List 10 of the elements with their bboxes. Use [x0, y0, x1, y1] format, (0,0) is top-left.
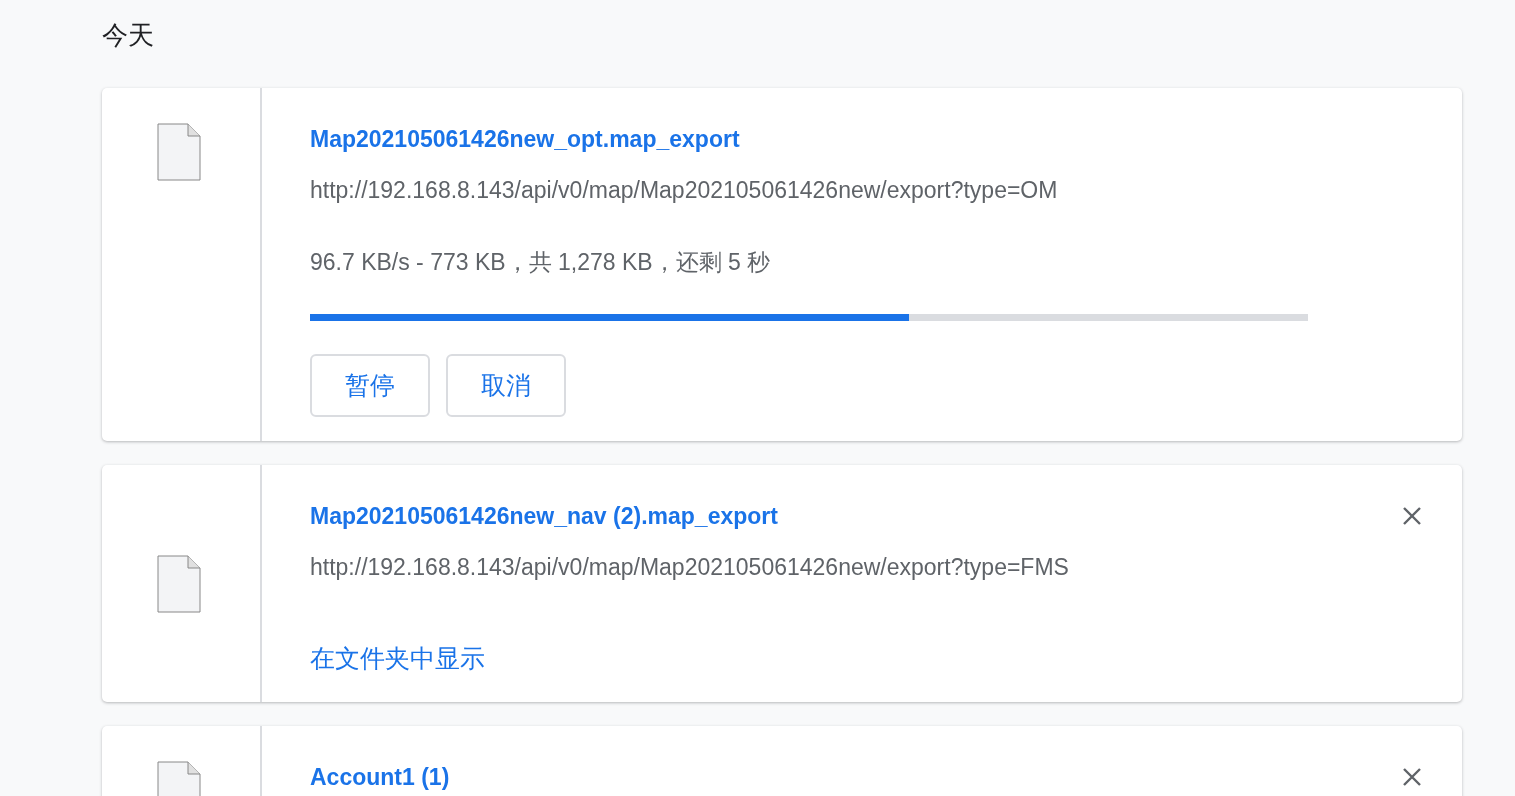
progress-status: 96.7 KB/s - 773 KB，共 1,278 KB，还剩 5 秒 [310, 248, 771, 277]
file-name-link[interactable]: Map202105061426new_nav (2).map_export [310, 501, 778, 531]
section-title: 今天 [102, 19, 155, 52]
source-url: http://192.168.8.143/api/v0/map/Map202105061426new/export?type=OM [310, 176, 1058, 205]
pause-button[interactable]: 暂停 [310, 354, 430, 417]
file-name-link[interactable]: Map202105061426new_opt.map_export [310, 124, 740, 154]
file-name-link[interactable]: Account1 (1) [310, 762, 450, 792]
show-in-folder-link[interactable]: 在文件夹中显示 [310, 642, 485, 674]
cancel-button[interactable]: 取消 [446, 354, 566, 417]
source-url: http://192.168.8.143/api/v0/map/Map202105061426new/export?type=FMS [310, 553, 1069, 582]
